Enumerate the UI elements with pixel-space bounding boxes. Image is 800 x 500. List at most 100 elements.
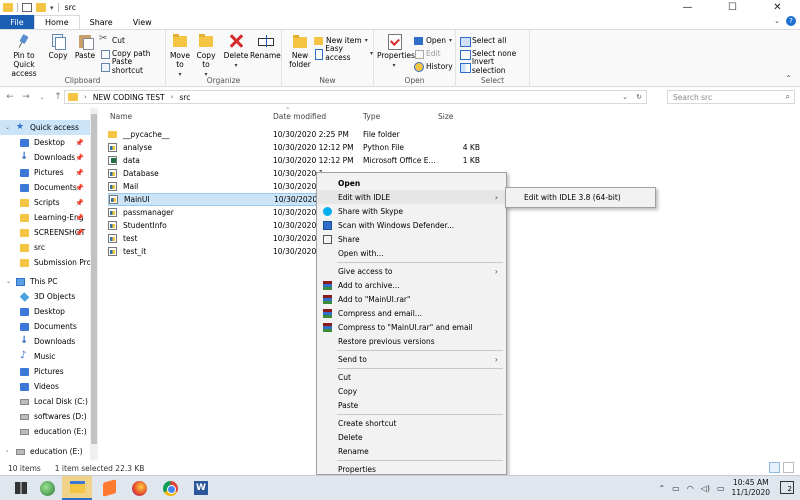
chevron-right-icon[interactable]: › xyxy=(171,93,174,101)
menu-item-edit-with-idle-64[interactable]: Edit with IDLE 3.8 (64-bit) xyxy=(524,193,621,202)
copy-to-button[interactable]: Copy to ▾ xyxy=(194,33,218,79)
nav-item-education-e[interactable]: education (E:) xyxy=(0,424,90,439)
nav-item-music[interactable]: Music xyxy=(0,349,90,364)
tab-file[interactable]: File xyxy=(0,15,34,29)
copy-button[interactable]: Copy xyxy=(46,33,70,60)
nav-item-network-education-e[interactable]: › education (E:) xyxy=(0,444,90,459)
maximize-button[interactable]: ☐ xyxy=(710,0,755,15)
chevron-down-icon[interactable]: ▾ xyxy=(50,4,54,12)
taskbar-app-chrome[interactable] xyxy=(155,476,185,500)
close-button[interactable]: ✕ xyxy=(755,0,800,15)
menu-item-rename[interactable]: Rename xyxy=(317,444,506,458)
select-all-button[interactable]: Select all xyxy=(460,34,506,47)
easy-access-button[interactable]: Easy access ▾ xyxy=(314,44,373,62)
minimize-button[interactable]: — xyxy=(665,0,710,15)
new-folder-button[interactable]: New folder xyxy=(286,33,314,69)
details-view-icon[interactable] xyxy=(769,462,780,473)
menu-item-open-with[interactable]: Open with... xyxy=(317,246,506,260)
nav-item-softwares-d[interactable]: softwares (D:) xyxy=(0,409,90,424)
open-button[interactable]: Open ▾ xyxy=(414,34,452,46)
menu-item-open[interactable]: Open xyxy=(317,176,506,190)
recent-locations-button[interactable]: ⌄ xyxy=(36,91,48,103)
menu-item-restore-previous-versions[interactable]: Restore previous versions xyxy=(317,334,506,348)
menu-item-edit-with-idle[interactable]: Edit with IDLE › xyxy=(317,190,506,204)
menu-item-paste[interactable]: Paste xyxy=(317,398,506,412)
paste-shortcut-button[interactable]: Paste shortcut xyxy=(100,57,165,75)
nav-item-videos[interactable]: Videos xyxy=(0,379,90,394)
volume-icon[interactable]: ◁) xyxy=(701,484,710,493)
nav-item-pictures[interactable]: Pictures 📌 xyxy=(0,165,90,180)
invert-selection-button[interactable]: Invert selection xyxy=(460,57,529,75)
up-button[interactable]: ↑ xyxy=(52,91,64,103)
properties-button[interactable]: Properties ▾ xyxy=(377,33,415,70)
cut-button[interactable]: Cut xyxy=(99,33,125,46)
paste-button[interactable]: Paste xyxy=(72,33,98,60)
chevron-down-icon[interactable]: ⌄ xyxy=(6,278,11,285)
nav-item-pc-documents[interactable]: Documents xyxy=(0,319,90,334)
breadcrumb-src[interactable]: src xyxy=(179,93,190,102)
help-icon[interactable]: ? xyxy=(786,16,796,26)
delete-button[interactable]: Delete ▾ xyxy=(223,33,249,70)
rename-button[interactable]: Rename xyxy=(250,33,281,60)
column-header-size[interactable]: Size xyxy=(438,108,453,124)
nav-item-learning-eng[interactable]: Learning-Eng 📌 xyxy=(0,210,90,225)
taskbar-app-globe[interactable] xyxy=(32,476,62,500)
nav-item-submission-proj[interactable]: Submission Proj xyxy=(0,255,90,270)
wifi-icon[interactable]: ◠ xyxy=(687,484,694,493)
menu-item-give-access[interactable]: Give access to › xyxy=(317,264,506,278)
nav-item-desktop[interactable]: Desktop 📌 xyxy=(0,135,90,150)
nav-quick-access[interactable]: ⌄ ★ Quick access xyxy=(0,120,90,135)
scrollbar-thumb[interactable] xyxy=(91,114,97,444)
nav-item-downloads[interactable]: Downloads 📌 xyxy=(0,150,90,165)
menu-item-add-to-archive[interactable]: Add to archive... xyxy=(317,278,506,292)
search-input[interactable]: Search src ⌕ xyxy=(667,90,795,104)
tab-view[interactable]: View xyxy=(123,15,162,29)
menu-item-compress-rar-email[interactable]: Compress to "MainUI.rar" and email xyxy=(317,320,506,334)
file-row[interactable]: __pycache__ 10/30/2020 2:25 PM File fold… xyxy=(108,128,588,141)
file-row[interactable]: data 10/30/2020 12:12 PM Microsoft Offic… xyxy=(108,154,588,167)
menu-item-add-to-rar[interactable]: Add to "MainUI.rar" xyxy=(317,292,506,306)
breadcrumb-new-coding-test[interactable]: NEW CODING TEST xyxy=(93,93,165,102)
tab-home[interactable]: Home xyxy=(34,15,80,29)
notification-icon[interactable]: 2 xyxy=(780,481,794,494)
menu-item-cut[interactable]: Cut xyxy=(317,370,506,384)
menu-item-create-shortcut[interactable]: Create shortcut xyxy=(317,416,506,430)
move-to-button[interactable]: Move to ▾ xyxy=(168,33,192,79)
address-bar[interactable]: › NEW CODING TEST › src ⌄ ↻ xyxy=(64,90,647,104)
battery-icon[interactable]: ▭ xyxy=(717,484,725,493)
nav-item-pc-downloads[interactable]: Downloads xyxy=(0,334,90,349)
nav-item-scripts[interactable]: Scripts 📌 xyxy=(0,195,90,210)
menu-item-scan-defender[interactable]: Scan with Windows Defender... xyxy=(317,218,506,232)
edit-button[interactable]: Edit xyxy=(414,47,441,59)
forward-button[interactable]: → xyxy=(20,91,32,103)
column-header-type[interactable]: Type xyxy=(363,108,380,124)
history-button[interactable]: History xyxy=(414,60,453,72)
chevron-up-icon[interactable]: ⌃ xyxy=(785,74,792,83)
chevron-down-icon[interactable]: ⌄ xyxy=(5,124,10,131)
nav-this-pc[interactable]: ⌄ This PC xyxy=(0,274,90,289)
chevron-right-icon[interactable]: › xyxy=(84,93,87,101)
chevron-right-icon[interactable]: › xyxy=(6,448,8,455)
nav-item-screenshot[interactable]: SCREENSHOT 📌 xyxy=(0,225,90,240)
menu-item-share-with-skype[interactable]: Share with Skype xyxy=(317,204,506,218)
menu-item-share[interactable]: Share xyxy=(317,232,506,246)
new-folder-icon[interactable] xyxy=(36,3,46,12)
taskbar-app-file-explorer[interactable] xyxy=(62,476,92,500)
tab-share[interactable]: Share xyxy=(80,15,123,29)
properties-icon[interactable] xyxy=(22,3,32,12)
nav-item-3d-objects[interactable]: 3D Objects xyxy=(0,289,90,304)
refresh-icon[interactable]: ↻ xyxy=(632,93,646,101)
menu-item-send-to[interactable]: Send to › xyxy=(317,352,506,366)
menu-item-copy[interactable]: Copy xyxy=(317,384,506,398)
taskbar-app-word[interactable]: W xyxy=(186,476,216,500)
column-header-name[interactable]: Name xyxy=(110,108,132,124)
network-icon[interactable]: ▭ xyxy=(672,484,680,493)
nav-item-pc-desktop[interactable]: Desktop xyxy=(0,304,90,319)
column-header-date[interactable]: Date modified xyxy=(273,108,326,124)
clock[interactable]: 10:45 AM 11/1/2020 xyxy=(732,478,770,498)
chevron-down-icon[interactable]: ⌄ xyxy=(618,93,632,101)
nav-item-local-disk-c[interactable]: Local Disk (C:) xyxy=(0,394,90,409)
nav-item-pc-pictures[interactable]: Pictures xyxy=(0,364,90,379)
chevron-down-icon[interactable]: ⌄ xyxy=(774,17,780,25)
taskbar-app-sublime[interactable] xyxy=(94,476,124,500)
